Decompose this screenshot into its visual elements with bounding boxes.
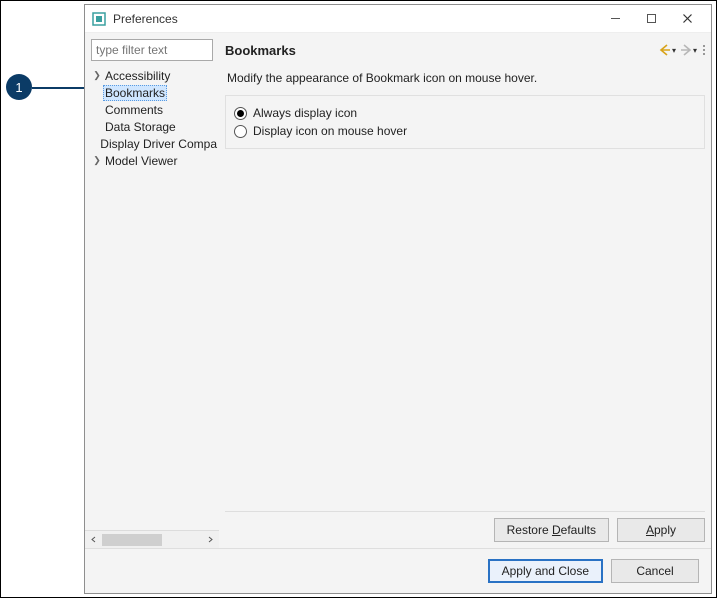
chevron-right-icon: ❯ <box>91 155 103 166</box>
panel-button-row: Restore Defaults Apply <box>225 511 705 548</box>
callout-marker-1: 1 <box>6 74 32 100</box>
sidebar: ❯ Accessibility Bookmarks Comments Data … <box>85 33 219 548</box>
dropdown-caret-icon: ▾ <box>693 46 697 55</box>
options-panel: Always display icon Display icon on mous… <box>225 95 705 149</box>
maximize-button[interactable] <box>633 7 669 31</box>
preferences-tree[interactable]: ❯ Accessibility Bookmarks Comments Data … <box>85 67 219 530</box>
kebab-menu-icon[interactable] <box>703 45 705 55</box>
window-title: Preferences <box>113 12 178 26</box>
nav-forward-button[interactable]: ▾ <box>680 44 697 56</box>
titlebar: Preferences <box>85 5 711 33</box>
scroll-right-button[interactable] <box>202 531 219 548</box>
chevron-right-icon: ❯ <box>91 70 103 81</box>
tree-item-label: Bookmarks <box>103 85 167 101</box>
callout-number: 1 <box>15 80 22 95</box>
tree-item-accessibility[interactable]: ❯ Accessibility <box>91 67 219 84</box>
tree-item-label: Model Viewer <box>103 154 179 168</box>
tree-item-label: Accessibility <box>103 69 172 83</box>
radio-icon <box>234 125 247 138</box>
filter-input[interactable] <box>91 39 213 61</box>
tree-item-model-viewer[interactable]: ❯ Model Viewer <box>91 152 219 169</box>
horizontal-scrollbar[interactable] <box>85 530 219 548</box>
radio-on-hover[interactable]: Display icon on mouse hover <box>234 122 696 140</box>
dialog-button-row: Apply and Close Cancel <box>85 548 711 593</box>
radio-label: Always display icon <box>253 106 357 120</box>
tree-item-label: Comments <box>103 103 165 117</box>
scroll-left-button[interactable] <box>85 531 102 548</box>
close-button[interactable] <box>669 7 705 31</box>
cancel-button[interactable]: Cancel <box>611 559 699 583</box>
apply-button[interactable]: Apply <box>617 518 705 542</box>
main-panel: Bookmarks ▾ ▾ Modify the appearance of B… <box>219 33 711 548</box>
minimize-button[interactable] <box>597 7 633 31</box>
radio-always-display[interactable]: Always display icon <box>234 104 696 122</box>
body-area: ❯ Accessibility Bookmarks Comments Data … <box>85 33 711 548</box>
tree-item-comments[interactable]: Comments <box>91 101 219 118</box>
scroll-track[interactable] <box>102 534 202 546</box>
page-header: Bookmarks ▾ ▾ <box>225 39 705 61</box>
radio-label: Display icon on mouse hover <box>253 124 407 138</box>
tree-item-label: Data Storage <box>103 120 178 134</box>
tree-item-display-driver[interactable]: Display Driver Compa <box>91 135 219 152</box>
page-title: Bookmarks <box>225 43 296 58</box>
radio-icon <box>234 107 247 120</box>
tree-item-label: Display Driver Compa <box>98 137 219 151</box>
apply-and-close-button[interactable]: Apply and Close <box>488 559 603 583</box>
preferences-window: Preferences ❯ Accessibility Bookma <box>84 4 712 594</box>
tree-item-data-storage[interactable]: Data Storage <box>91 118 219 135</box>
nav-back-button[interactable]: ▾ <box>659 44 676 56</box>
page-description: Modify the appearance of Bookmark icon o… <box>227 71 703 85</box>
restore-defaults-button[interactable]: Restore Defaults <box>494 518 609 542</box>
dropdown-caret-icon: ▾ <box>672 46 676 55</box>
scroll-thumb[interactable] <box>102 534 162 546</box>
app-icon <box>91 11 107 27</box>
tree-item-bookmarks[interactable]: Bookmarks <box>91 84 219 101</box>
